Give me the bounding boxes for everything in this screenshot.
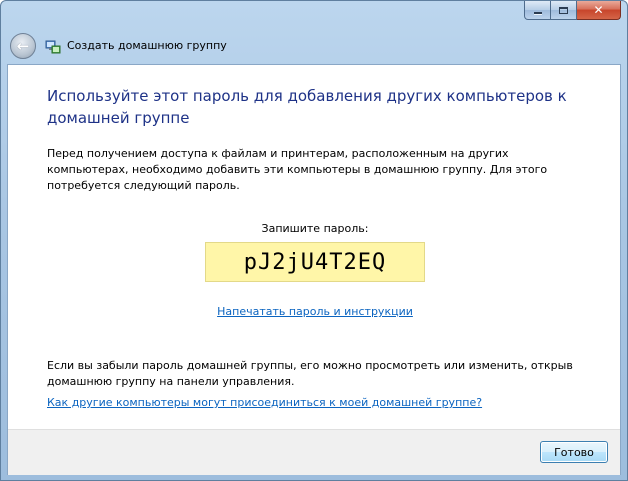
done-button[interactable]: Готово: [540, 441, 608, 463]
description-text: Перед получением доступа к файлам и прин…: [47, 147, 548, 192]
minimize-icon: [533, 12, 542, 14]
caption-buttons: ✕: [524, 1, 621, 20]
help-join-link[interactable]: Как другие компьютеры могут присоединить…: [47, 396, 482, 409]
close-icon: ✕: [593, 3, 604, 17]
forgot-password-text: Если вы забыли пароль домашней группы, е…: [47, 359, 573, 388]
password-display: pJ2jU4T2EQ: [205, 242, 425, 282]
title-bar[interactable]: ✕: [1, 1, 627, 29]
maximize-button[interactable]: [551, 1, 577, 20]
password-label: Запишите пароль:: [261, 222, 369, 235]
page-heading: Используйте этот пароль для добавления д…: [47, 87, 567, 127]
footer-bar: Готово: [8, 429, 620, 475]
window-title: Создать домашнюю группу: [67, 39, 227, 52]
maximize-icon: [559, 6, 568, 14]
minimize-button[interactable]: [524, 1, 551, 20]
back-button[interactable]: ←: [10, 33, 36, 59]
navigation-bar: ← Создать домашнюю группу: [1, 30, 627, 62]
back-arrow-icon: ←: [16, 36, 30, 55]
close-button[interactable]: ✕: [577, 1, 621, 20]
homegroup-icon: [45, 40, 61, 54]
print-password-link[interactable]: Напечатать пароль и инструкции: [8, 305, 622, 318]
wizard-window: ✕ ← Создать домашнюю группу Используйте …: [0, 0, 628, 481]
content-panel: Используйте этот пароль для добавления д…: [7, 64, 621, 475]
